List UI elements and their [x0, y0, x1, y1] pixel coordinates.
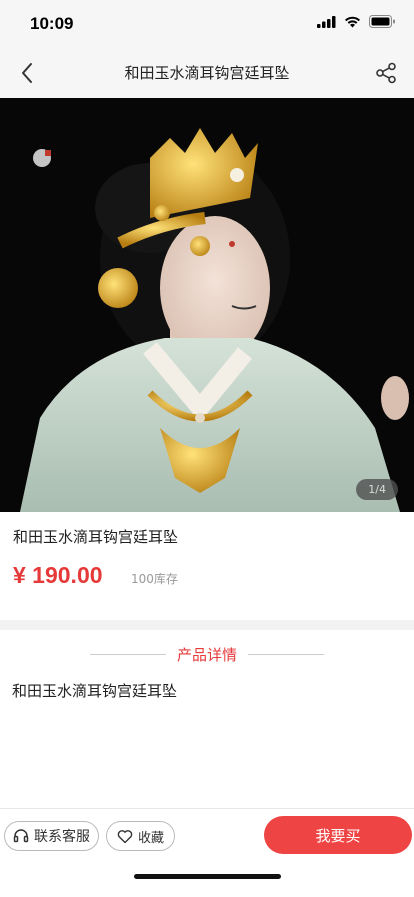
image-page-indicator: 1/4: [356, 479, 398, 500]
stock-count: 100库存: [131, 572, 178, 586]
favorite-label: 收藏: [138, 830, 165, 846]
chevron-left-icon: [22, 63, 32, 83]
product-price: ¥ 190.00: [13, 562, 103, 588]
share-button[interactable]: [372, 59, 400, 87]
nav-bar: 和田玉水滴耳钩宫廷耳坠: [0, 48, 414, 98]
share-icon: [376, 62, 396, 84]
status-bar: 10:09: [0, 0, 414, 48]
favorite-button[interactable]: 收藏: [106, 821, 176, 851]
status-time: 10:09: [30, 14, 74, 33]
product-details-section: 产品详情 和田玉水滴耳钩宫廷耳坠: [0, 630, 414, 808]
home-indicator[interactable]: [134, 874, 281, 879]
heading-divider-right: [248, 654, 324, 655]
heart-icon: [117, 829, 133, 843]
bottom-action-bar: 联系客服 收藏 我要买: [0, 808, 414, 897]
page-title: 和田玉水滴耳钩宫廷耳坠: [124, 64, 290, 82]
product-photo: [0, 98, 414, 512]
headset-icon: [13, 829, 29, 843]
buy-button[interactable]: 我要买: [264, 816, 412, 854]
cellular-signal-icon: [317, 15, 336, 28]
product-info-section: 和田玉水滴耳钩宫廷耳坠 ¥ 190.00 100库存: [0, 512, 414, 620]
product-image-gallery[interactable]: 1/4: [0, 98, 414, 512]
back-button[interactable]: [12, 58, 42, 88]
status-icons: [317, 15, 396, 28]
details-text: 和田玉水滴耳钩宫廷耳坠: [12, 682, 178, 700]
wifi-icon: [345, 16, 360, 27]
battery-icon: [369, 15, 395, 28]
details-heading: 产品详情: [176, 646, 237, 664]
contact-service-label: 联系客服: [34, 829, 90, 845]
product-title: 和田玉水滴耳钩宫廷耳坠: [13, 528, 179, 546]
contact-service-button[interactable]: 联系客服: [4, 821, 99, 851]
